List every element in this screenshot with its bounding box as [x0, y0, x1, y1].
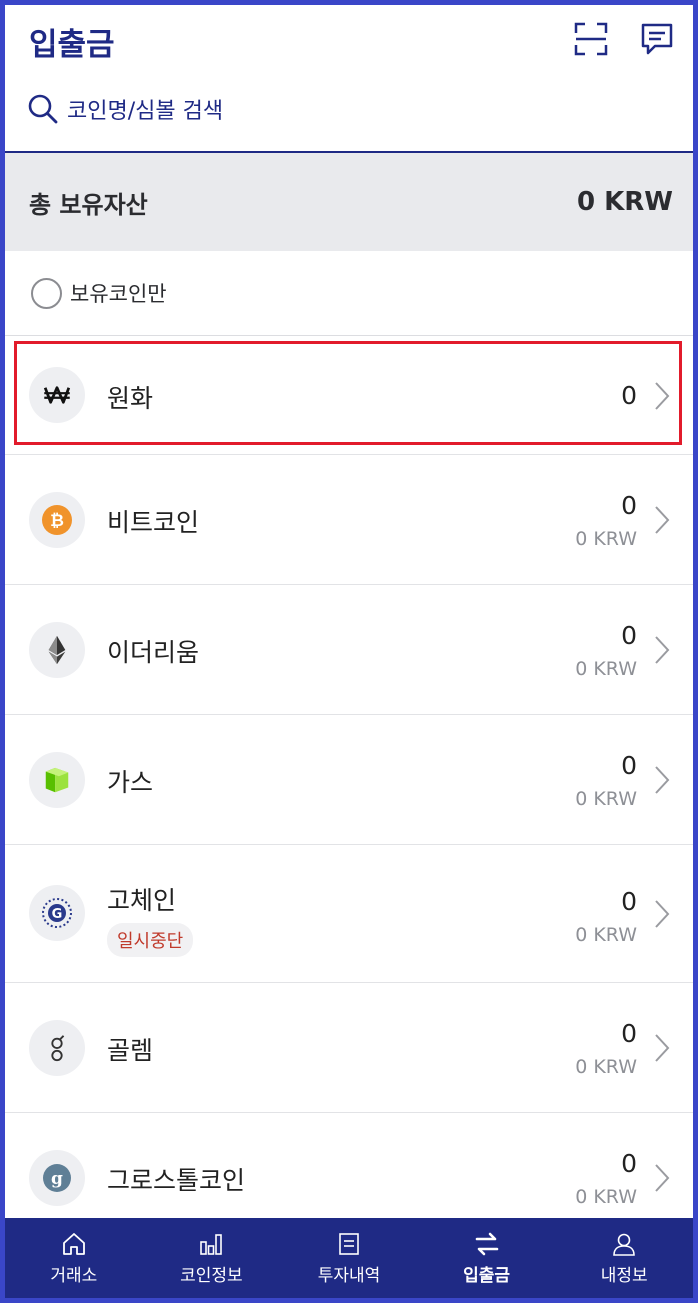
coin-list: 원화 0 ₿ 비트코인 0 0 KRW 이더리움 0 0 KRW 가스 0 0 …	[5, 337, 693, 1243]
holdings-only-filter[interactable]: 보유코인만	[5, 251, 693, 336]
tab-exchange[interactable]: 거래소	[5, 1218, 143, 1298]
tab-label: 내정보	[600, 1265, 648, 1286]
coin-amount: 0	[621, 1019, 637, 1048]
search-input[interactable]: 코인명/심볼 검색	[27, 93, 223, 125]
coin-krw-value: 0 KRW	[575, 924, 637, 946]
coin-krw-value: 0 KRW	[575, 1056, 637, 1078]
status-badge: 일시중단	[107, 923, 194, 957]
tab-label: 거래소	[50, 1265, 98, 1286]
coin-row-gas[interactable]: 가스 0 0 KRW	[5, 715, 693, 845]
won-icon	[29, 367, 85, 423]
transfer-icon	[475, 1232, 498, 1255]
coin-row-golem[interactable]: 골렘 0 0 KRW	[5, 983, 693, 1113]
coin-name: 고체인	[107, 886, 177, 915]
chevron-right-icon	[655, 1034, 670, 1062]
svg-text:₿: ₿	[50, 511, 64, 531]
bitcoin-icon: ₿	[29, 492, 85, 548]
ethereum-icon	[29, 622, 85, 678]
chevron-right-icon	[655, 506, 670, 534]
chat-icon[interactable]	[639, 21, 675, 57]
scan-icon[interactable]	[573, 21, 609, 57]
search-placeholder: 코인명/심볼 검색	[67, 99, 224, 124]
coin-row-gochain[interactable]: G 고체인 일시중단 0 0 KRW	[5, 845, 693, 983]
holdings-only-radio[interactable]	[31, 277, 62, 309]
chart-icon	[200, 1233, 223, 1255]
golem-icon	[29, 1020, 85, 1076]
bottom-tab-bar: 거래소 코인정보 투자내역 입출금 내정보	[5, 1218, 693, 1298]
coin-row-btc[interactable]: ₿ 비트코인 0 0 KRW	[5, 455, 693, 585]
coin-amount: 0	[621, 381, 637, 410]
page-title: 입출금	[29, 27, 115, 63]
coin-amount: 0	[621, 751, 637, 780]
holdings-only-label: 보유코인만	[70, 282, 167, 306]
tab-investments[interactable]: 투자내역	[280, 1218, 418, 1298]
svg-text:G: G	[52, 907, 63, 922]
coin-amount: 0	[621, 621, 637, 650]
tab-coin-info[interactable]: 코인정보	[143, 1218, 281, 1298]
chevron-right-icon	[655, 636, 670, 664]
svg-text:g: g	[51, 1169, 63, 1189]
coin-krw-value: 0 KRW	[575, 658, 637, 680]
header: 입출금 코인명/심볼 검색	[5, 5, 693, 153]
coin-krw-value: 0 KRW	[575, 1186, 637, 1208]
chevron-right-icon	[655, 900, 670, 928]
tab-label: 코인정보	[180, 1265, 243, 1286]
coin-name: 그로스톨코인	[107, 1166, 246, 1195]
coin-krw-value: 0 KRW	[575, 788, 637, 810]
gochain-icon: G	[29, 885, 85, 941]
coin-name: 가스	[107, 768, 154, 797]
search-icon	[28, 94, 58, 124]
chevron-right-icon	[655, 766, 670, 794]
grs-icon: g	[29, 1150, 85, 1206]
coin-name: 비트코인	[107, 508, 200, 537]
chevron-right-icon	[655, 382, 670, 410]
app-frame: 입출금 코인명/심볼 검색 총 보유자산 0 KRW 보유코인만 원화 0 ₿ …	[0, 0, 698, 1303]
tab-label: 투자내역	[317, 1265, 381, 1286]
chevron-right-icon	[655, 1164, 670, 1192]
coin-krw-value: 0 KRW	[575, 528, 637, 550]
tab-label: 입출금	[463, 1265, 511, 1286]
coin-name: 원화	[107, 384, 154, 413]
coin-row-krw[interactable]: 원화 0	[5, 337, 693, 455]
coin-amount: 0	[621, 887, 637, 916]
tab-deposit-withdraw[interactable]: 입출금	[418, 1218, 556, 1298]
coin-name: 골렘	[107, 1036, 154, 1065]
gas-icon	[29, 752, 85, 808]
document-icon	[339, 1232, 359, 1255]
coin-amount: 0	[621, 491, 637, 520]
total-assets-value: 0 KRW	[577, 187, 673, 217]
coin-amount: 0	[621, 1149, 637, 1178]
home-icon	[62, 1232, 85, 1255]
total-assets: 총 보유자산 0 KRW	[5, 153, 693, 251]
total-assets-label: 총 보유자산	[29, 190, 148, 219]
coin-row-eth[interactable]: 이더리움 0 0 KRW	[5, 585, 693, 715]
user-icon	[613, 1233, 635, 1256]
coin-name: 이더리움	[107, 638, 200, 667]
tab-my-info[interactable]: 내정보	[555, 1218, 693, 1298]
